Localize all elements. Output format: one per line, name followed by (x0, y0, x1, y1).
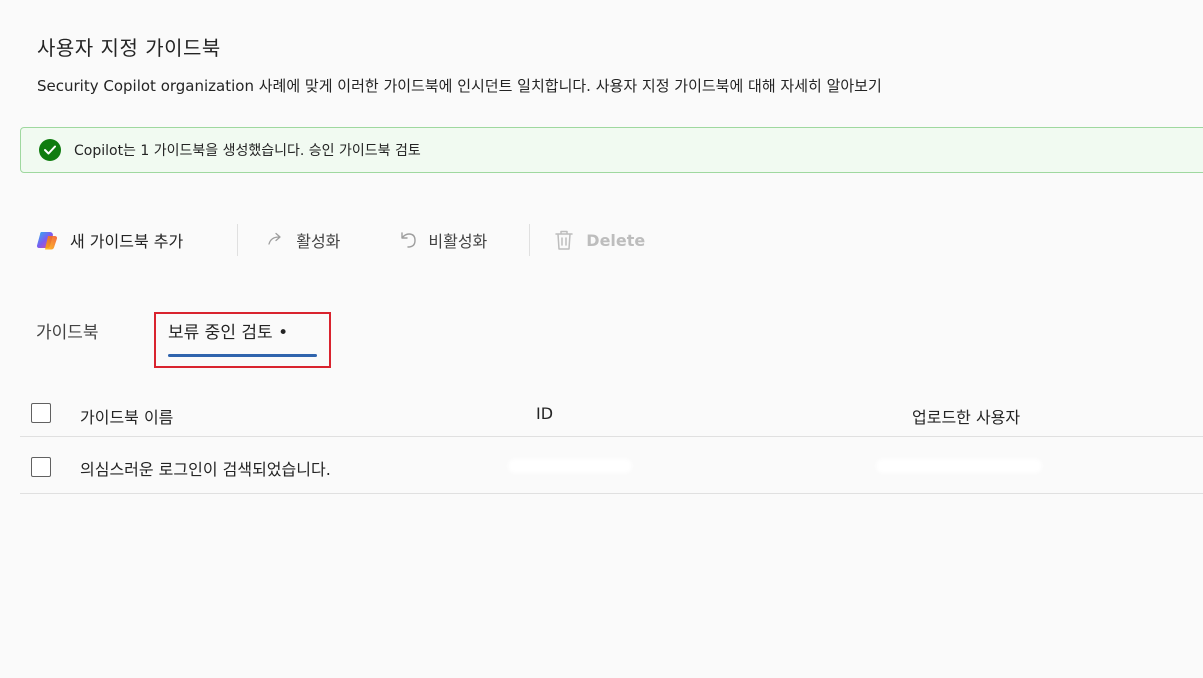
playbook-id-cell-redacted (508, 459, 632, 473)
activate-label: 활성화 (296, 232, 341, 251)
command-toolbar: 새 가이드북 추가 활성화 비활성화 Delete (36, 220, 645, 260)
table-row[interactable]: 의심스러운 로그인이 검색되었습니다. (20, 437, 1203, 494)
add-playbook-label: 새 가이드북 추가 (70, 232, 184, 251)
highlight-annotation-box (154, 312, 331, 368)
delete-button[interactable]: Delete (552, 228, 645, 252)
success-banner: Copilot는 1 가이드북을 생성했습니다. 승인 가이드북 검토 (20, 127, 1203, 173)
learn-more-link[interactable]: 사용자 지정 가이드북에 대해 자세히 알아보기 (596, 77, 882, 95)
column-header-uploaded-by[interactable]: 업로드한 사용자 (912, 404, 1020, 428)
copilot-icon (36, 228, 60, 252)
page-title: 사용자 지정 가이드북 (37, 36, 221, 60)
toolbar-separator (237, 224, 239, 256)
deactivate-label: 비활성화 (428, 232, 488, 251)
playbook-table: 가이드북 이름 ID 업로드한 사용자 (20, 390, 1203, 437)
select-all-checkbox[interactable] (31, 403, 51, 423)
banner-message: Copilot는 1 가이드북을 생성했습니다. 승인 가이드북 검토 (74, 143, 421, 159)
column-header-id[interactable]: ID (536, 404, 553, 423)
add-playbook-button[interactable]: 새 가이드북 추가 (36, 228, 183, 252)
deactivate-button[interactable]: 비활성화 (396, 228, 487, 252)
uploaded-by-cell-redacted (876, 459, 1042, 473)
toolbar-separator (529, 224, 531, 256)
activate-button[interactable]: 활성화 (264, 228, 340, 252)
tab-playbooks[interactable]: 가이드북 (36, 318, 99, 343)
delete-label: Delete (586, 230, 646, 250)
description-text: Security Copilot organization 사례에 맞게 이러한… (37, 77, 591, 95)
table-header-row: 가이드북 이름 ID 업로드한 사용자 (20, 390, 1203, 437)
trash-icon (552, 228, 576, 252)
page-description: Security Copilot organization 사례에 맞게 이러한… (37, 75, 882, 96)
column-header-name[interactable]: 가이드북 이름 (80, 404, 173, 428)
arrow-forward-icon (264, 228, 288, 252)
row-checkbox[interactable] (31, 457, 51, 477)
playbook-name-cell[interactable]: 의심스러운 로그인이 검색되었습니다. (80, 456, 331, 480)
undo-icon (396, 228, 420, 252)
checkmark-circle-icon (39, 139, 61, 161)
